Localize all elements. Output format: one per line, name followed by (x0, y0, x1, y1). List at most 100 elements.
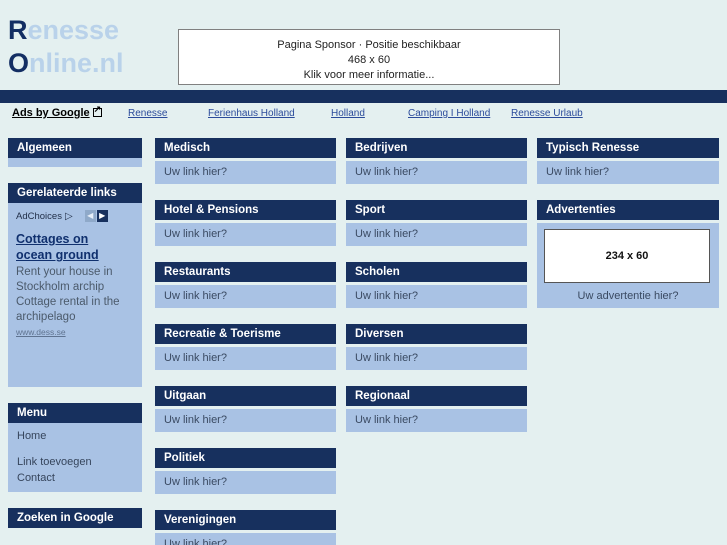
ad-link-3[interactable]: Camping I Holland (408, 108, 490, 119)
panel-body-algemeen (8, 158, 142, 167)
category-restaurants: Restaurants Uw link hier? (155, 262, 336, 308)
ad-link-1[interactable]: Ferienhaus Holland (208, 108, 295, 119)
category-recreatie-toerisme: Recreatie & Toerisme Uw link hier? (155, 324, 336, 370)
sponsor-line-2: 468 x 60 (347, 54, 391, 66)
uw-link-hier[interactable]: Uw link hier? (164, 476, 227, 488)
category-title-politiek: Politiek (155, 448, 336, 468)
category-title-restaurants: Restaurants (155, 262, 336, 282)
uw-link-hier[interactable]: Uw link hier? (164, 414, 227, 426)
logo-initial-r: R (8, 15, 28, 45)
ad-carousel-controls: ◀ ▶ (84, 210, 108, 222)
sidebar-ad-title-line2: ocean ground (16, 248, 99, 262)
nav-strip (0, 90, 727, 103)
advertenties-panel: Advertenties 234 x 60 Uw advertentie hie… (537, 200, 719, 308)
masthead: Renesse Online.nl Pagina Sponsor · Posit… (0, 0, 727, 92)
ad-link-2[interactable]: Holland (331, 108, 365, 119)
category-title-scholen: Scholen (346, 262, 527, 282)
category-medisch: Medisch Uw link hier? (155, 138, 336, 184)
category-body-bedrijven: Uw link hier? (346, 161, 527, 184)
category-column-1: Medisch Uw link hier? Hotel & Pensions U… (155, 138, 336, 545)
category-body-medisch: Uw link hier? (155, 161, 336, 184)
panel-title-advertenties: Advertenties (537, 200, 719, 220)
menu-item-link-toevoegen[interactable]: Link toevoegen (17, 454, 142, 470)
panel-title-menu: Menu (8, 403, 142, 423)
site-logo-line2[interactable]: Online.nl (8, 47, 124, 80)
uw-link-hier[interactable]: Uw link hier? (355, 414, 418, 426)
uw-link-hier[interactable]: Uw link hier? (164, 166, 227, 178)
category-diversen: Diversen Uw link hier? (346, 324, 527, 370)
sidebar-panel-google-search: Zoeken in Google (8, 508, 142, 528)
next-arrow-icon[interactable]: ▶ (96, 210, 108, 222)
sidebar: Algemeen Gerelateerde links AdChoices ▷ … (8, 138, 142, 528)
category-body-politiek: Uw link hier? (155, 471, 336, 494)
category-title-sport: Sport (346, 200, 527, 220)
uw-link-hier[interactable]: Uw link hier? (355, 352, 418, 364)
related-links-ad: AdChoices ▷ ◀ ▶ Cottages on ocean ground… (8, 203, 142, 345)
sidebar-ad-description: Rent your house in Stockholm archip Cott… (16, 266, 120, 323)
category-body-typisch-renesse: Uw link hier? (537, 161, 719, 184)
prev-arrow-icon[interactable]: ◀ (84, 210, 96, 222)
sidebar-panel-related-links: Gerelateerde links AdChoices ▷ ◀ ▶ Cotta… (8, 183, 142, 387)
sponsor-banner[interactable]: Pagina Sponsor · Positie beschikbaar 468… (178, 29, 560, 85)
category-title-diversen: Diversen (346, 324, 527, 344)
uw-link-hier[interactable]: Uw link hier? (164, 228, 227, 240)
category-politiek: Politiek Uw link hier? (155, 448, 336, 494)
category-body-regionaal: Uw link hier? (346, 409, 527, 432)
category-title-uitgaan: Uitgaan (155, 386, 336, 406)
site-logo-line1[interactable]: Renesse (8, 14, 119, 47)
panel-title-related-links: Gerelateerde links (8, 183, 142, 203)
menu-item-home[interactable]: Home (17, 428, 142, 444)
category-title-hotel-pensions: Hotel & Pensions (155, 200, 336, 220)
category-body-diversen: Uw link hier? (346, 347, 527, 370)
advertenties-banner-wrap: 234 x 60 (537, 223, 719, 286)
panel-title-zoeken-in-google: Zoeken in Google (8, 508, 142, 528)
category-column-2: Bedrijven Uw link hier? Sport Uw link hi… (346, 138, 527, 448)
external-link-icon (92, 105, 102, 117)
adchoices-label[interactable]: AdChoices (16, 211, 62, 222)
menu-spacer (17, 444, 142, 454)
google-ads-row: Ads by Google Renesse Ferienhaus Holland… (0, 103, 727, 123)
menu-item-contact[interactable]: Contact (17, 470, 142, 486)
category-hotel-pensions: Hotel & Pensions Uw link hier? (155, 200, 336, 246)
sponsor-line-1: Pagina Sponsor · Positie beschikbaar (277, 39, 461, 51)
sidebar-ad-title[interactable]: Cottages on ocean ground (16, 231, 134, 263)
category-typisch-renesse: Typisch Renesse Uw link hier? (537, 138, 719, 184)
uw-link-hier[interactable]: Uw link hier? (355, 166, 418, 178)
page-root: Renesse Online.nl Pagina Sponsor · Posit… (0, 0, 727, 545)
logo-initial-o: O (8, 48, 30, 78)
uw-link-hier[interactable]: Uw link hier? (546, 166, 609, 178)
logo-word-renesse: enesse (27, 15, 120, 45)
category-regionaal: Regionaal Uw link hier? (346, 386, 527, 432)
category-sport: Sport Uw link hier? (346, 200, 527, 246)
uw-link-hier[interactable]: Uw link hier? (164, 352, 227, 364)
logo-word-online: nline.nl (29, 48, 124, 78)
category-title-bedrijven: Bedrijven (346, 138, 527, 158)
category-body-uitgaan: Uw link hier? (155, 409, 336, 432)
sidebar-panel-algemeen: Algemeen (8, 138, 142, 167)
advertentie-banner[interactable]: 234 x 60 (544, 229, 710, 283)
menu-list: Home Link toevoegen Contact (8, 423, 142, 492)
sponsor-line-3: Klik voor meer informatie... (303, 69, 435, 81)
category-title-typisch-renesse: Typisch Renesse (537, 138, 719, 158)
ads-by-google-label[interactable]: Ads by Google (12, 105, 102, 119)
uw-link-hier[interactable]: Uw link hier? (164, 290, 227, 302)
panel-title-algemeen: Algemeen (8, 138, 142, 158)
category-body-restaurants: Uw link hier? (155, 285, 336, 308)
uw-link-hier[interactable]: Uw link hier? (355, 290, 418, 302)
uw-link-hier[interactable]: Uw link hier? (164, 538, 227, 545)
sidebar-ad-title-line1: Cottages on (16, 232, 89, 246)
category-column-3: Typisch Renesse Uw link hier? Advertenti… (537, 138, 719, 324)
sidebar-ad-url[interactable]: www.dess.se (16, 327, 134, 337)
adchoices-row: AdChoices ▷ ◀ ▶ (16, 209, 134, 223)
category-scholen: Scholen Uw link hier? (346, 262, 527, 308)
ad-link-0[interactable]: Renesse (128, 108, 167, 119)
category-title-recreatie-toerisme: Recreatie & Toerisme (155, 324, 336, 344)
advertentie-caption[interactable]: Uw advertentie hier? (537, 286, 719, 308)
adchoices-triangle-icon[interactable]: ▷ (65, 211, 73, 222)
ad-link-4[interactable]: Renesse Urlaub (511, 108, 583, 119)
uw-link-hier[interactable]: Uw link hier? (355, 228, 418, 240)
category-bedrijven: Bedrijven Uw link hier? (346, 138, 527, 184)
sidebar-panel-menu: Menu Home Link toevoegen Contact (8, 403, 142, 492)
category-body-verenigingen: Uw link hier? (155, 533, 336, 545)
category-body-scholen: Uw link hier? (346, 285, 527, 308)
